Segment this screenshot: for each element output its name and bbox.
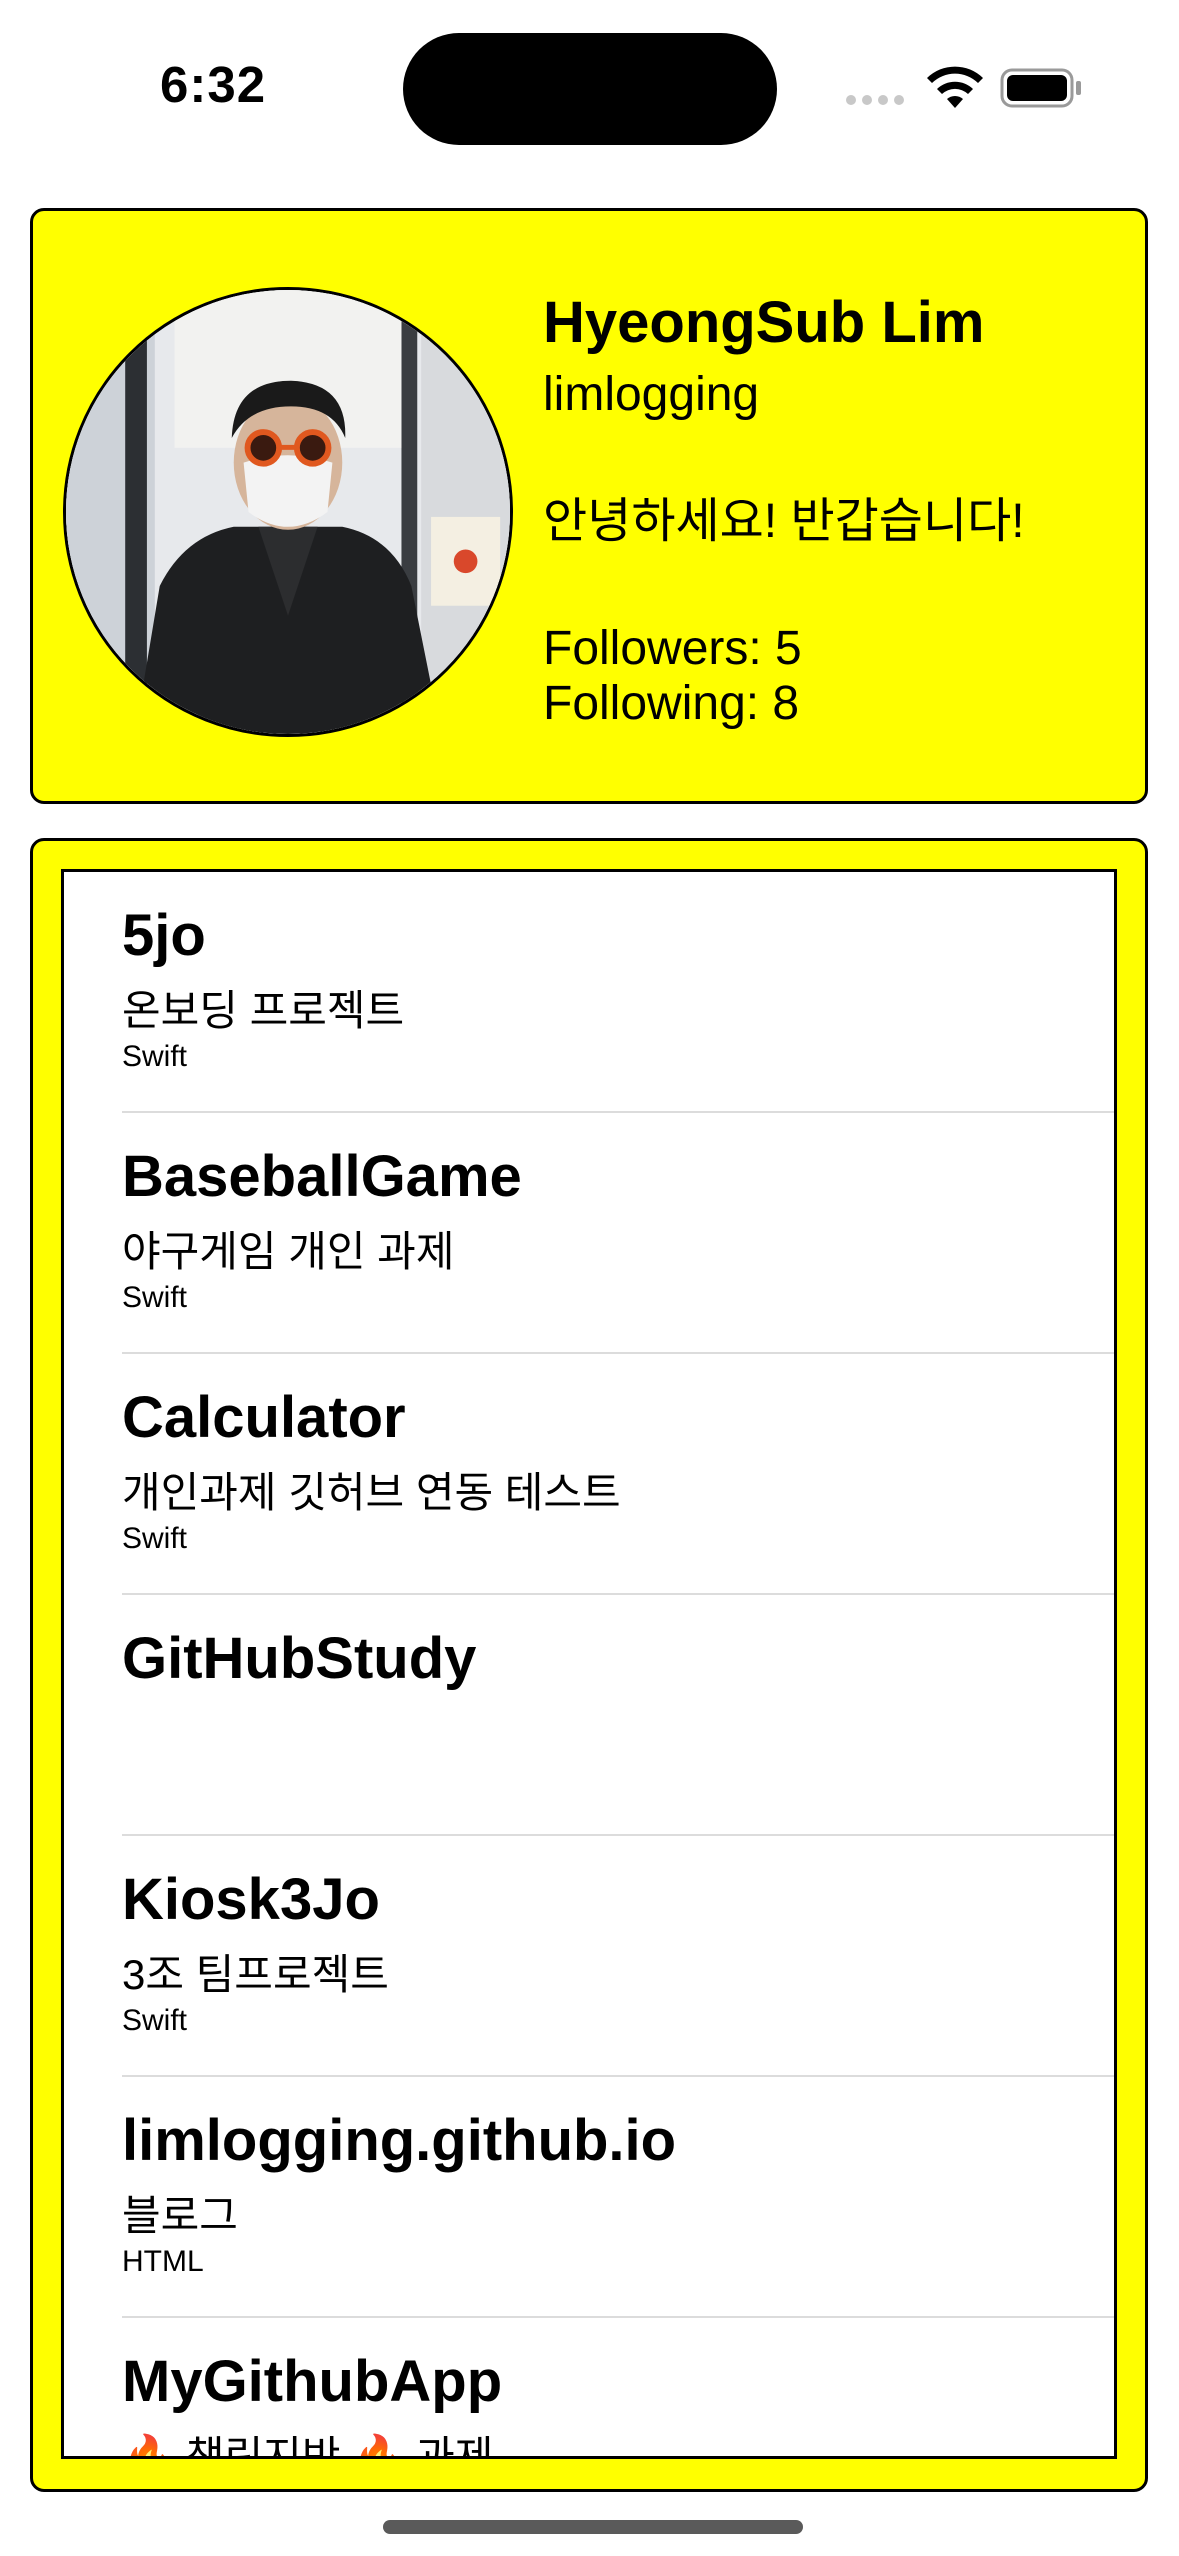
repository-row[interactable]: BaseballGame 야구게임 개인 과제 Swift [64,1113,1114,1354]
following-count: Following: 8 [543,677,800,730]
profile-card: HyeongSub Lim limlogging 안녕하세요! 반갑습니다! F… [30,208,1148,804]
repository-row[interactable]: Kiosk3Jo 3조 팀프로젝트 Swift [64,1836,1114,2077]
repository-name: 5jo [122,903,206,968]
repository-row[interactable]: limlogging.github.io 블로그 HTML [64,2077,1114,2318]
repository-language: HTML [122,2245,204,2278]
status-time: 6:32 [160,56,267,113]
repository-description: 3조 팀프로젝트 [122,1951,389,1998]
dynamic-island [403,33,777,145]
repository-list[interactable]: 5jo 온보딩 프로젝트 Swift BaseballGame 야구게임 개인 … [61,869,1117,2459]
repository-row[interactable]: Calculator 개인과제 깃허브 연동 테스트 Swift [64,1354,1114,1595]
repository-name: GitHubStudy [122,1626,477,1691]
repository-name: Kiosk3Jo [122,1867,380,1932]
repository-language: Swift [122,1522,188,1555]
repository-row[interactable]: GitHubStudy [64,1595,1114,1836]
repository-name: BaseballGame [122,1144,522,1209]
repository-language: Swift [122,1040,188,1073]
avatar [63,287,513,737]
repository-name: Calculator [122,1385,406,1450]
repository-description: 🔥 책린지반 🔥 과제 [122,2433,494,2459]
repository-language: Swift [122,2004,188,2037]
home-indicator[interactable] [383,2520,803,2534]
profile-login: limlogging [543,368,760,421]
repository-name: MyGithubApp [122,2349,503,2414]
repository-name: limlogging.github.io [122,2108,677,2173]
repository-description: 야구게임 개인 과제 [122,1228,455,1275]
repository-description: 온보딩 프로젝트 [122,987,405,1034]
repository-row[interactable]: 5jo 온보딩 프로젝트 Swift [64,872,1114,1113]
battery-icon [1000,68,1081,108]
followers-count: Followers: 5 [543,622,802,675]
wifi-icon [927,66,983,108]
repository-row[interactable]: MyGithubApp 🔥 책린지반 🔥 과제 [64,2318,1114,2459]
cellular-signal-icon [846,95,904,105]
repository-card: 5jo 온보딩 프로젝트 Swift BaseballGame 야구게임 개인 … [30,838,1148,2492]
repository-language: Swift [122,1281,188,1314]
repository-description: 블로그 [122,2192,238,2239]
profile-name: HyeongSub Lim [543,290,985,355]
repository-description: 개인과제 깃허브 연동 테스트 [122,1469,621,1516]
profile-bio: 안녕하세요! 반갑습니다! [543,495,1025,548]
